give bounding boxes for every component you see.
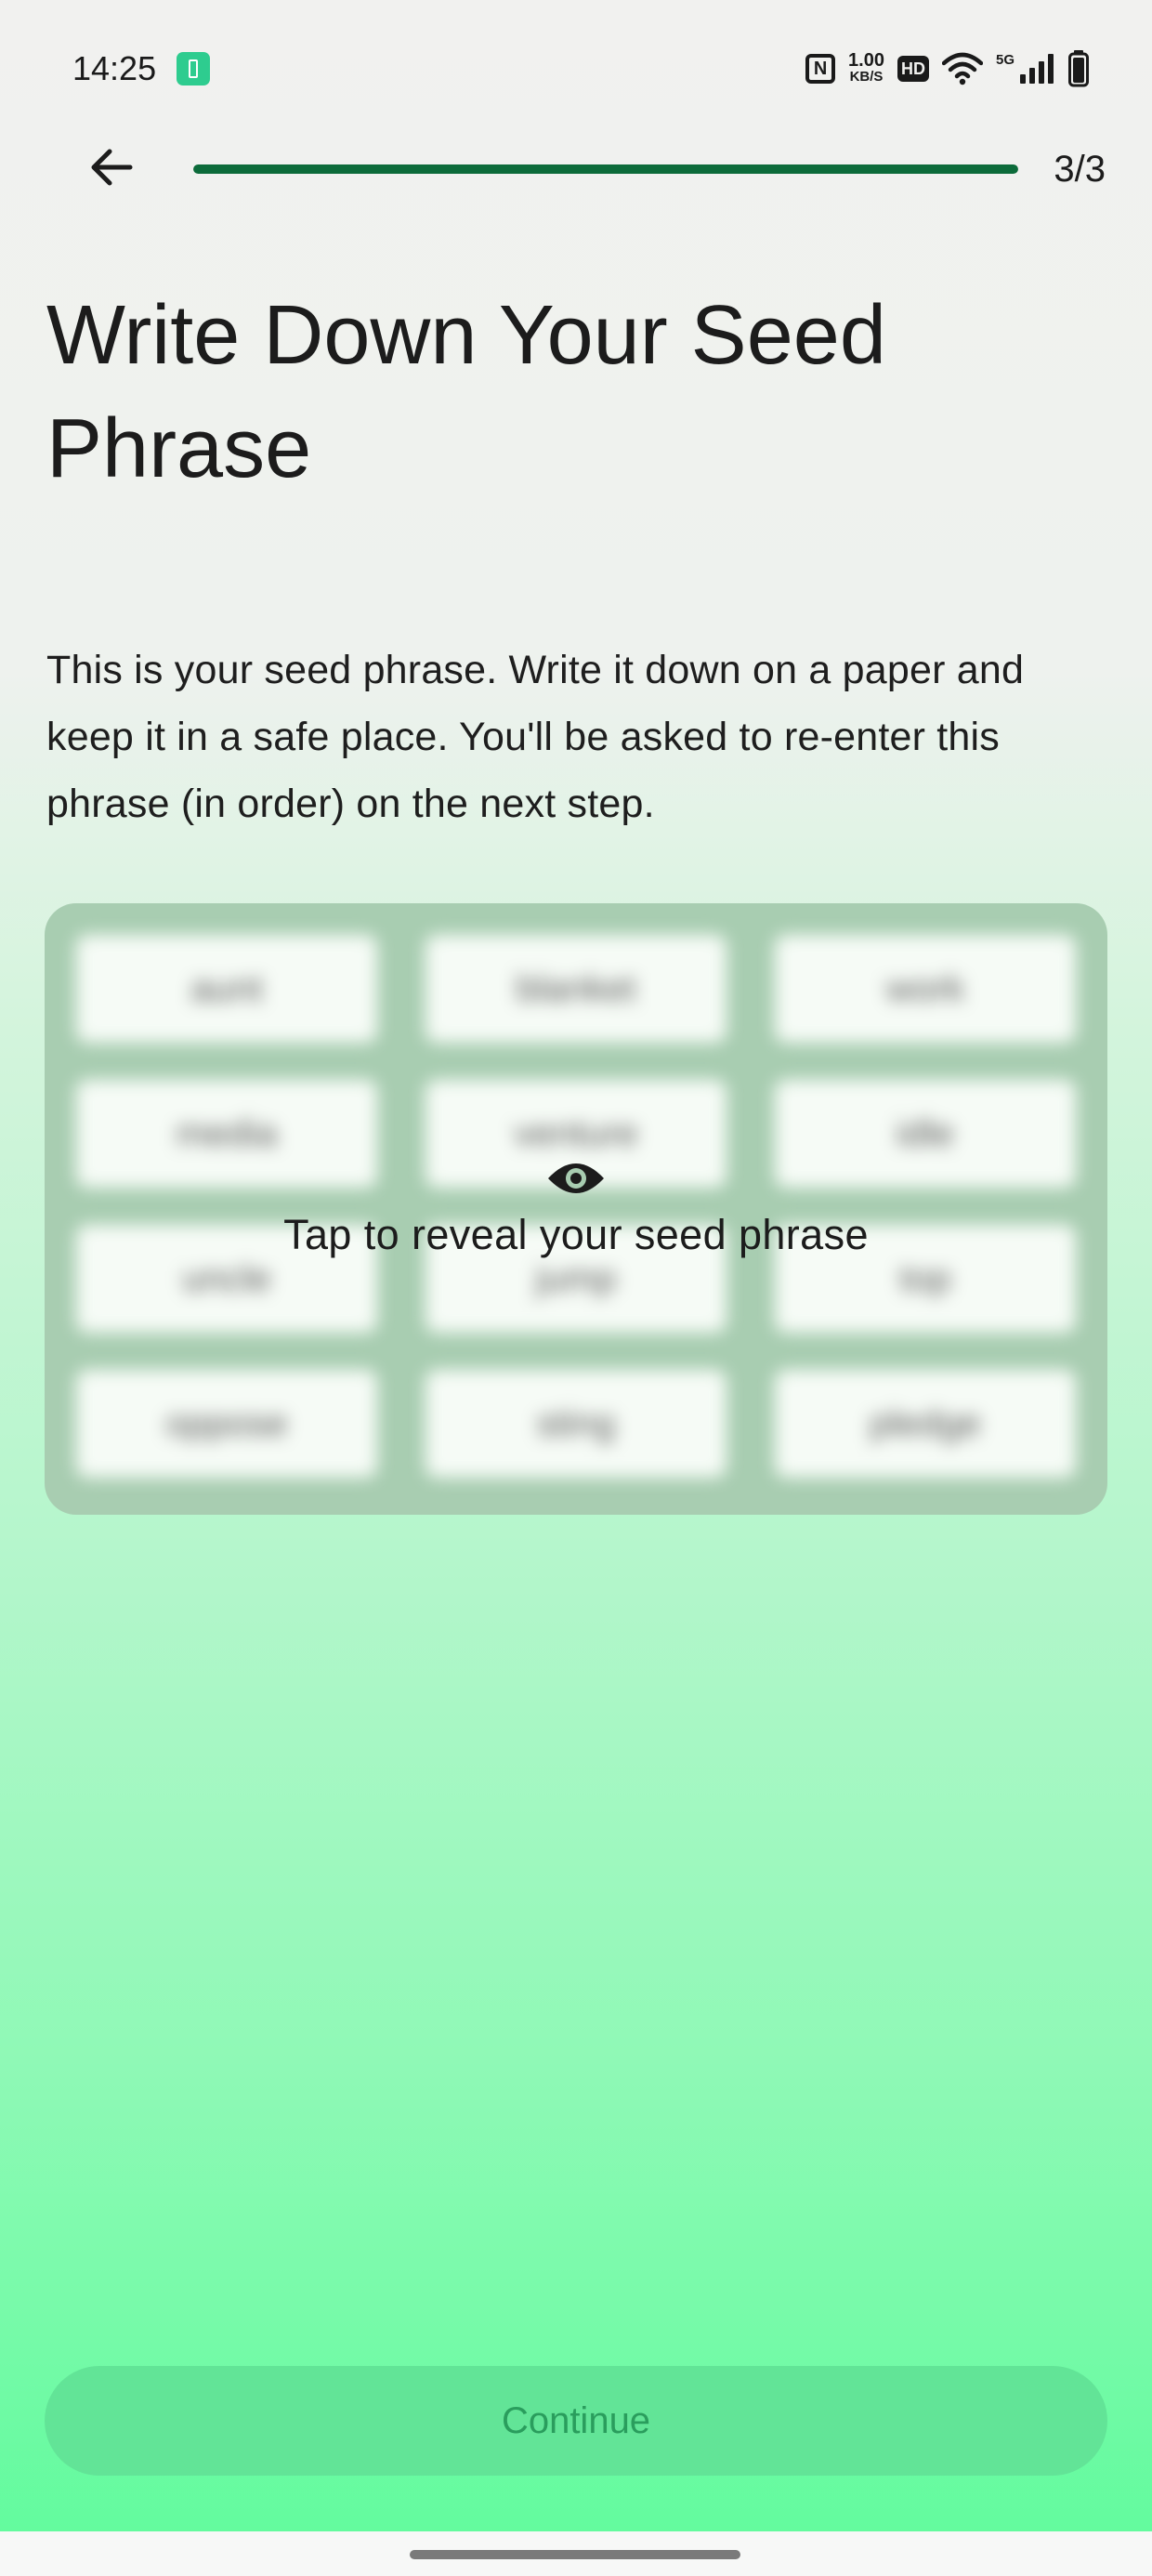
wifi-icon [941,52,983,85]
seed-phrase-card[interactable]: aunt blanket work media venture idle uncle jump… [45,903,1107,1515]
network-speed: 1.00 KB/S [848,50,884,85]
battery-saver-icon [177,52,210,85]
battery-icon [1068,50,1089,87]
network-type-label: 5G [995,51,1015,68]
back-arrow-icon [91,149,133,186]
page-title: Write Down Your Seed Phrase [46,289,886,495]
cellular-signal-icon [1020,54,1054,84]
status-time: 14:25 [72,49,157,87]
reveal-overlay[interactable]: Tap to reveal your seed phrase [45,903,1107,1515]
back-button[interactable] [74,130,149,204]
continue-button[interactable]: Continue [45,2366,1107,2476]
progress-fill [193,164,1018,174]
network-speed-value: 1.00 [848,50,884,71]
gesture-nav-bar [0,2531,1152,2576]
status-bar: 14:25 N 1.00 KB/S HD 5G [0,0,1152,139]
description-text: This is your seed phrase. Write it down … [46,648,1025,826]
nfc-icon: N [805,54,836,84]
reveal-label: Tap to reveal your seed phrase [283,1211,869,1258]
step-counter: 3/3 [1054,149,1106,190]
hd-icon: HD [897,56,929,82]
status-icons: N 1.00 KB/S HD 5G [805,46,1089,91]
home-indicator[interactable] [410,2550,740,2559]
progress-bar [193,164,1018,174]
eye-icon [548,1163,604,1193]
network-speed-unit: KB/S [849,69,884,85]
